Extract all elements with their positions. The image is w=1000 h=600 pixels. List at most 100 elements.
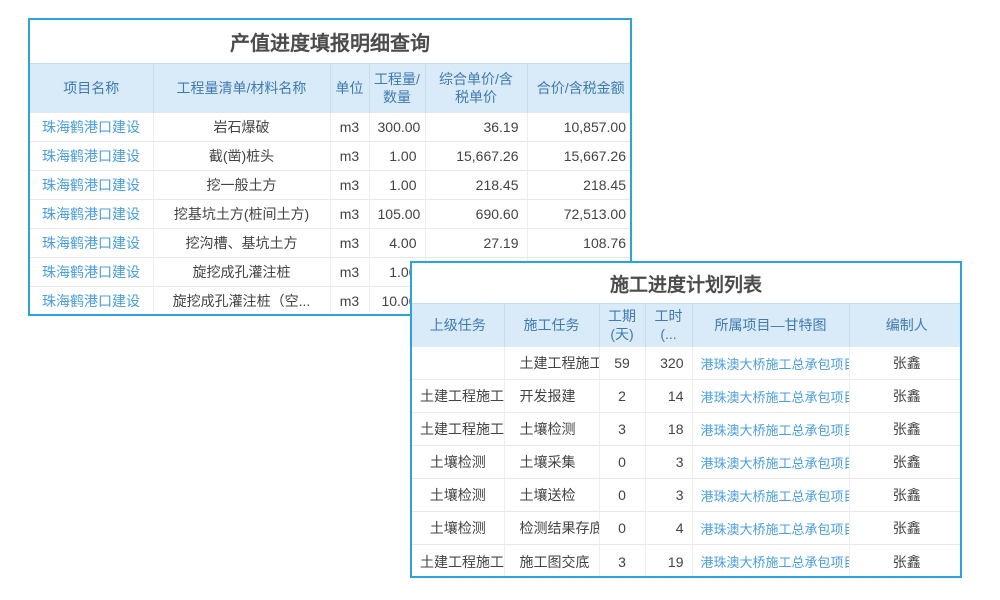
material-name-cell: 挖一般土方 bbox=[153, 171, 330, 200]
material-name-cell: 截(凿)桩头 bbox=[153, 142, 330, 171]
col-header-project-gantt: 所属项目—甘特图 bbox=[692, 304, 849, 347]
project-gantt-link[interactable]: 港珠澳大桥施工总承包项目 bbox=[701, 423, 850, 438]
unit-cell: m3 bbox=[330, 287, 369, 316]
table-row: 土建工程施工 土壤检测 3 18 港珠澳大桥施工总承包项目 张鑫 bbox=[412, 413, 962, 446]
project-link[interactable]: 珠海鹤港口建设 bbox=[42, 148, 140, 164]
table-row: 珠海鹤港口建设 挖沟槽、基坑土方 m3 4.00 27.19 108.76 bbox=[30, 229, 632, 258]
table-row: 珠海鹤港口建设 截(凿)桩头 m3 1.00 15,667.26 15,667.… bbox=[30, 142, 632, 171]
project-gantt-link[interactable]: 港珠澳大桥施工总承包项目 bbox=[701, 522, 850, 537]
construction-schedule-table: 上级任务 施工任务 工期 (天) 工时 (... 所属项目—甘特图 编制人 土建… bbox=[412, 303, 962, 578]
author-cell: 张鑫 bbox=[849, 380, 962, 413]
project-name-cell: 珠海鹤港口建设 bbox=[30, 142, 153, 171]
project-gantt-cell: 港珠澳大桥施工总承包项目 bbox=[692, 380, 849, 413]
material-name-cell: 旋挖成孔灌注桩（空... bbox=[153, 287, 330, 316]
construction-schedule-panel: 施工进度计划列表 上级任务 施工任务 工期 (天) 工时 (... 所属项目—甘… bbox=[410, 261, 962, 578]
quantity-cell: 1.00 bbox=[369, 171, 425, 200]
project-name-cell: 珠海鹤港口建设 bbox=[30, 113, 153, 142]
schedule-header-row: 上级任务 施工任务 工期 (天) 工时 (... 所属项目—甘特图 编制人 bbox=[412, 304, 962, 347]
output-value-header-row: 项目名称 工程量清单/材料名称 单位 工程量/ 数量 综合单价/含 税单价 合价… bbox=[30, 64, 632, 113]
project-gantt-cell: 港珠澳大桥施工总承包项目 bbox=[692, 446, 849, 479]
work-hours-cell: 320 bbox=[645, 347, 692, 380]
construction-task-cell: 开发报建 bbox=[504, 380, 599, 413]
construction-task-cell: 检测结果存底 bbox=[504, 512, 599, 545]
project-name-cell: 珠海鹤港口建设 bbox=[30, 171, 153, 200]
unit-price-cell: 15,667.26 bbox=[425, 142, 527, 171]
material-name-cell: 岩石爆破 bbox=[153, 113, 330, 142]
col-header-unit-price: 综合单价/含 税单价 bbox=[425, 64, 527, 113]
project-name-cell: 珠海鹤港口建设 bbox=[30, 200, 153, 229]
quantity-cell: 300.00 bbox=[369, 113, 425, 142]
total-amount-cell: 10,857.00 bbox=[527, 113, 632, 142]
unit-price-cell: 690.60 bbox=[425, 200, 527, 229]
parent-task-cell bbox=[412, 347, 504, 380]
parent-task-cell: 土壤检测 bbox=[412, 512, 504, 545]
author-cell: 张鑫 bbox=[849, 446, 962, 479]
project-gantt-cell: 港珠澳大桥施工总承包项目 bbox=[692, 479, 849, 512]
work-hours-cell: 18 bbox=[645, 413, 692, 446]
project-link[interactable]: 珠海鹤港口建设 bbox=[42, 235, 140, 251]
parent-task-cell: 土壤检测 bbox=[412, 479, 504, 512]
duration-cell: 0 bbox=[599, 479, 645, 512]
project-name-cell: 珠海鹤港口建设 bbox=[30, 229, 153, 258]
work-hours-cell: 14 bbox=[645, 380, 692, 413]
author-cell: 张鑫 bbox=[849, 545, 962, 578]
unit-price-cell: 218.45 bbox=[425, 171, 527, 200]
work-hours-cell: 3 bbox=[645, 446, 692, 479]
project-link[interactable]: 珠海鹤港口建设 bbox=[42, 119, 140, 135]
project-gantt-link[interactable]: 港珠澳大桥施工总承包项目 bbox=[701, 390, 850, 405]
table-row: 珠海鹤港口建设 岩石爆破 m3 300.00 36.19 10,857.00 bbox=[30, 113, 632, 142]
col-header-duration-days: 工期 (天) bbox=[599, 304, 645, 347]
author-cell: 张鑫 bbox=[849, 512, 962, 545]
project-gantt-link[interactable]: 港珠澳大桥施工总承包项目 bbox=[701, 357, 850, 372]
project-gantt-cell: 港珠澳大桥施工总承包项目 bbox=[692, 545, 849, 578]
author-cell: 张鑫 bbox=[849, 413, 962, 446]
unit-cell: m3 bbox=[330, 171, 369, 200]
unit-price-cell: 36.19 bbox=[425, 113, 527, 142]
col-header-project-name: 项目名称 bbox=[30, 64, 153, 113]
table-row: 珠海鹤港口建设 挖基坑土方(桩间土方) m3 105.00 690.60 72,… bbox=[30, 200, 632, 229]
work-hours-cell: 19 bbox=[645, 545, 692, 578]
quantity-cell: 105.00 bbox=[369, 200, 425, 229]
duration-cell: 0 bbox=[599, 446, 645, 479]
duration-cell: 59 bbox=[599, 347, 645, 380]
project-link[interactable]: 珠海鹤港口建设 bbox=[42, 206, 140, 222]
author-cell: 张鑫 bbox=[849, 347, 962, 380]
construction-task-cell: 土壤送检 bbox=[504, 479, 599, 512]
unit-cell: m3 bbox=[330, 229, 369, 258]
duration-cell: 3 bbox=[599, 413, 645, 446]
construction-schedule-panel-title: 施工进度计划列表 bbox=[412, 263, 960, 303]
project-gantt-link[interactable]: 港珠澳大桥施工总承包项目 bbox=[701, 555, 850, 570]
col-header-construction-task: 施工任务 bbox=[504, 304, 599, 347]
col-header-unit: 单位 bbox=[330, 64, 369, 113]
project-name-cell: 珠海鹤港口建设 bbox=[30, 287, 153, 316]
total-amount-cell: 72,513.00 bbox=[527, 200, 632, 229]
project-gantt-link[interactable]: 港珠澳大桥施工总承包项目 bbox=[701, 456, 850, 471]
project-link[interactable]: 珠海鹤港口建设 bbox=[42, 264, 140, 280]
project-gantt-cell: 港珠澳大桥施工总承包项目 bbox=[692, 347, 849, 380]
unit-price-cell: 27.19 bbox=[425, 229, 527, 258]
project-link[interactable]: 珠海鹤港口建设 bbox=[42, 177, 140, 193]
material-name-cell: 挖基坑土方(桩间土方) bbox=[153, 200, 330, 229]
project-gantt-link[interactable]: 港珠澳大桥施工总承包项目 bbox=[701, 489, 850, 504]
construction-task-cell: 土壤检测 bbox=[504, 413, 599, 446]
work-hours-cell: 4 bbox=[645, 512, 692, 545]
duration-cell: 0 bbox=[599, 512, 645, 545]
quantity-cell: 1.00 bbox=[369, 142, 425, 171]
total-amount-cell: 15,667.26 bbox=[527, 142, 632, 171]
quantity-cell: 4.00 bbox=[369, 229, 425, 258]
author-cell: 张鑫 bbox=[849, 479, 962, 512]
col-header-author: 编制人 bbox=[849, 304, 962, 347]
unit-cell: m3 bbox=[330, 113, 369, 142]
duration-cell: 3 bbox=[599, 545, 645, 578]
parent-task-cell: 土建工程施工 bbox=[412, 413, 504, 446]
project-link[interactable]: 珠海鹤港口建设 bbox=[42, 293, 140, 309]
table-row: 土建工程施工 施工图交底 3 19 港珠澳大桥施工总承包项目 张鑫 bbox=[412, 545, 962, 578]
unit-cell: m3 bbox=[330, 258, 369, 287]
total-amount-cell: 218.45 bbox=[527, 171, 632, 200]
project-name-cell: 珠海鹤港口建设 bbox=[30, 258, 153, 287]
material-name-cell: 旋挖成孔灌注桩 bbox=[153, 258, 330, 287]
table-row: 土建工程施工 59 320 港珠澳大桥施工总承包项目 张鑫 bbox=[412, 347, 962, 380]
work-hours-cell: 3 bbox=[645, 479, 692, 512]
construction-task-cell: 施工图交底 bbox=[504, 545, 599, 578]
table-row: 土壤检测 土壤送检 0 3 港珠澳大桥施工总承包项目 张鑫 bbox=[412, 479, 962, 512]
